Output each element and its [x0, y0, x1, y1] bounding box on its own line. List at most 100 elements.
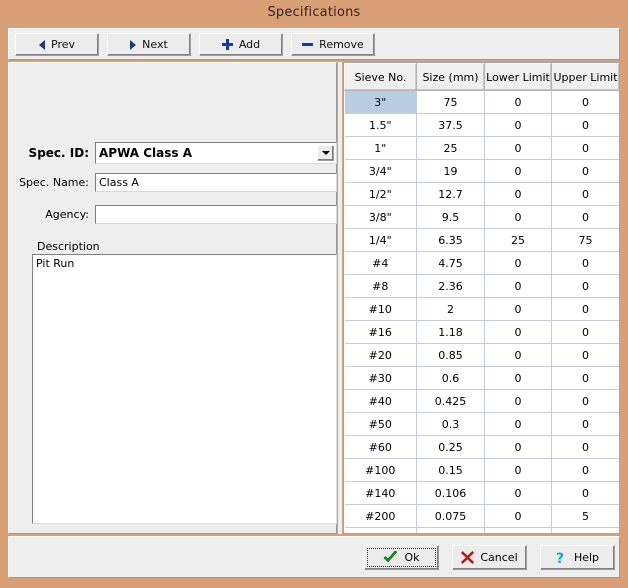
column-header-lower-limit[interactable]: Lower Limit [485, 64, 552, 91]
table-cell[interactable]: 9.5 [417, 206, 485, 229]
panel-splitter[interactable] [338, 62, 342, 534]
table-cell[interactable]: 0 [485, 252, 552, 275]
table-cell[interactable]: 37.5 [417, 114, 485, 137]
table-cell[interactable]: 0 [552, 482, 620, 505]
table-cell[interactable]: 1.5" [345, 114, 417, 137]
table-cell[interactable]: #100 [345, 459, 417, 482]
table-cell[interactable]: #140 [345, 482, 417, 505]
table-cell[interactable]: 0 [552, 344, 620, 367]
table-cell-empty[interactable] [552, 528, 620, 535]
table-cell[interactable]: 6.35 [417, 229, 485, 252]
table-row[interactable]: 1"2500 [345, 137, 620, 160]
table-cell[interactable]: 12.7 [417, 183, 485, 206]
add-button[interactable]: Add [199, 33, 283, 56]
table-cell[interactable]: 0 [485, 160, 552, 183]
table-cell[interactable]: 0.6 [417, 367, 485, 390]
table-cell[interactable]: 0 [552, 160, 620, 183]
table-cell[interactable]: 0.425 [417, 390, 485, 413]
table-cell[interactable]: 0 [485, 367, 552, 390]
table-cell[interactable]: 1/4" [345, 229, 417, 252]
table-cell[interactable]: 0 [485, 183, 552, 206]
table-cell[interactable]: 0 [552, 252, 620, 275]
table-cell[interactable]: #10 [345, 298, 417, 321]
table-cell[interactable]: 0 [485, 114, 552, 137]
table-cell[interactable]: #60 [345, 436, 417, 459]
ok-button[interactable]: Ok [364, 545, 439, 570]
table-cell[interactable]: 0 [485, 298, 552, 321]
table-cell[interactable]: #50 [345, 413, 417, 436]
table-row[interactable]: #200.8500 [345, 344, 620, 367]
table-cell[interactable]: 0 [485, 137, 552, 160]
table-cell[interactable]: 0.075 [417, 505, 485, 528]
spec-name-input[interactable]: Class A [95, 173, 337, 192]
table-row[interactable]: 3/4"1900 [345, 160, 620, 183]
cancel-button[interactable]: Cancel [452, 545, 527, 570]
table-cell[interactable]: 0 [552, 413, 620, 436]
table-cell[interactable]: 0 [552, 275, 620, 298]
table-row[interactable]: 1/4"6.352575 [345, 229, 620, 252]
table-cell[interactable]: 0 [552, 367, 620, 390]
table-cell[interactable]: 0.106 [417, 482, 485, 505]
table-cell[interactable]: 5 [552, 505, 620, 528]
table-row[interactable]: #400.42500 [345, 390, 620, 413]
table-cell[interactable]: 0 [552, 206, 620, 229]
table-cell[interactable]: 75 [552, 229, 620, 252]
table-cell[interactable]: 1" [345, 137, 417, 160]
table-cell[interactable]: 25 [417, 137, 485, 160]
table-row[interactable]: #500.300 [345, 413, 620, 436]
help-button[interactable]: ? Help [540, 545, 615, 570]
table-cell[interactable]: 19 [417, 160, 485, 183]
table-cell[interactable]: 0 [485, 505, 552, 528]
table-cell[interactable]: 0 [552, 459, 620, 482]
table-cell[interactable]: 3/4" [345, 160, 417, 183]
description-textarea[interactable]: Pit Run [32, 254, 337, 524]
table-cell[interactable]: 0.15 [417, 459, 485, 482]
table-cell[interactable]: 0 [485, 321, 552, 344]
table-row[interactable]: #1000.1500 [345, 459, 620, 482]
table-cell[interactable]: 0 [485, 482, 552, 505]
column-header-upper-limit[interactable]: Upper Limit [552, 64, 620, 91]
table-cell[interactable]: #4 [345, 252, 417, 275]
table-cell[interactable]: 0 [485, 344, 552, 367]
table-row[interactable]: #2000.07505 [345, 505, 620, 528]
table-cell[interactable]: 3" [345, 91, 417, 114]
prev-button[interactable]: Prev [15, 33, 99, 56]
table-cell[interactable]: 0 [485, 436, 552, 459]
table-row[interactable]: 1.5"37.500 [345, 114, 620, 137]
table-cell[interactable]: #16 [345, 321, 417, 344]
table-cell[interactable]: 0.3 [417, 413, 485, 436]
table-row[interactable]: #300.600 [345, 367, 620, 390]
table-cell[interactable]: 0 [552, 321, 620, 344]
table-row[interactable]: #600.2500 [345, 436, 620, 459]
table-cell[interactable]: 0 [485, 413, 552, 436]
table-cell[interactable]: 0 [552, 137, 620, 160]
chevron-down-icon[interactable] [317, 145, 334, 161]
table-row[interactable]: #82.3600 [345, 275, 620, 298]
table-row-empty[interactable] [345, 528, 620, 535]
table-cell[interactable]: 2.36 [417, 275, 485, 298]
table-cell[interactable]: 0 [485, 275, 552, 298]
table-cell[interactable]: #30 [345, 367, 417, 390]
table-cell-empty[interactable] [485, 528, 552, 535]
column-header-sieve-no[interactable]: Sieve No. [345, 64, 417, 91]
table-cell[interactable]: 0 [552, 436, 620, 459]
table-cell[interactable]: 0 [552, 183, 620, 206]
table-cell[interactable]: 0 [552, 114, 620, 137]
table-cell[interactable]: 0 [485, 91, 552, 114]
table-cell[interactable]: 25 [485, 229, 552, 252]
table-cell[interactable]: 0 [552, 390, 620, 413]
table-cell[interactable]: 0 [552, 91, 620, 114]
table-cell[interactable]: 75 [417, 91, 485, 114]
table-row[interactable]: #10200 [345, 298, 620, 321]
table-row[interactable]: 1/2"12.700 [345, 183, 620, 206]
table-cell[interactable]: #200 [345, 505, 417, 528]
table-cell[interactable]: 0.25 [417, 436, 485, 459]
table-cell[interactable]: 0 [485, 206, 552, 229]
table-cell[interactable]: 4.75 [417, 252, 485, 275]
table-row[interactable]: 3"7500 [345, 91, 620, 114]
table-cell[interactable]: 3/8" [345, 206, 417, 229]
table-row[interactable]: #1400.10600 [345, 482, 620, 505]
sieve-grid-panel[interactable]: Sieve No. Size (mm) Lower Limit Upper Li… [343, 62, 620, 534]
table-cell[interactable]: 0 [552, 298, 620, 321]
agency-input[interactable] [95, 205, 337, 224]
